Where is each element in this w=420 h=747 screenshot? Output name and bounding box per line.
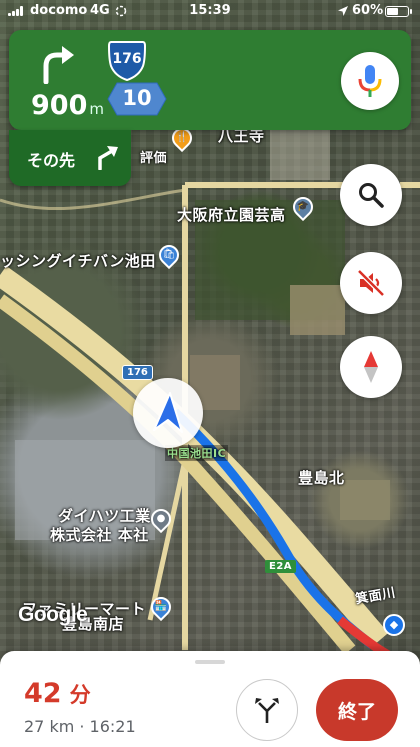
- route-hexagon-icon: 10: [107, 82, 167, 116]
- map-label: ッシングイチバン池田: [0, 252, 156, 270]
- current-location-marker[interactable]: [133, 378, 203, 448]
- search-icon: [359, 183, 384, 208]
- sound-off-icon: [357, 269, 385, 297]
- navigation-instruction-card[interactable]: 900 m 176 10: [9, 30, 411, 130]
- map-label: 大阪府立園芸高: [177, 206, 286, 224]
- search-button[interactable]: [340, 164, 402, 226]
- distance-to-turn: 900 m: [31, 90, 104, 121]
- turn-right-icon: [43, 46, 74, 84]
- road-shield: 176: [122, 365, 153, 380]
- status-bar: docomo 4G 15:39 60%: [0, 0, 420, 22]
- battery-icon: [385, 6, 412, 17]
- end-navigation-button[interactable]: 終了: [316, 679, 398, 741]
- mute-button[interactable]: [340, 252, 402, 314]
- then-instruction-card[interactable]: その先: [9, 130, 131, 186]
- sheet-handle[interactable]: [195, 660, 225, 664]
- trip-distance-arrival: 27 km · 16:21: [24, 717, 136, 736]
- trip-duration: 42 分: [24, 678, 91, 709]
- slight-right-icon: [98, 146, 118, 170]
- compass-button[interactable]: [340, 336, 402, 398]
- location-arrow-icon: [338, 6, 348, 16]
- route-number: 176: [112, 51, 142, 67]
- voice-search-button[interactable]: [341, 52, 399, 110]
- route-fork-icon: [255, 698, 279, 723]
- battery-percent: 60%: [352, 3, 384, 18]
- map-label: 評価: [140, 151, 168, 166]
- road-shield: E2A: [265, 560, 297, 573]
- compass-icon: [364, 351, 378, 383]
- map-label: 株式会社 本社: [50, 526, 149, 544]
- route-shield-icon: 176: [107, 40, 147, 82]
- route-number: 10: [122, 86, 152, 110]
- microphone-icon: [358, 65, 382, 97]
- map-label: 豊島北: [298, 469, 345, 487]
- map-label: ダイハツ工業: [58, 507, 151, 525]
- alternate-routes-button[interactable]: [236, 679, 298, 741]
- road-pin-icon[interactable]: ◆: [383, 614, 405, 636]
- google-logo: Google: [18, 603, 88, 626]
- then-label: その先: [27, 151, 76, 170]
- trip-summary-sheet[interactable]: 42 分 27 km · 16:21 終了: [0, 651, 420, 747]
- navigation-arrow-icon: [153, 392, 183, 433]
